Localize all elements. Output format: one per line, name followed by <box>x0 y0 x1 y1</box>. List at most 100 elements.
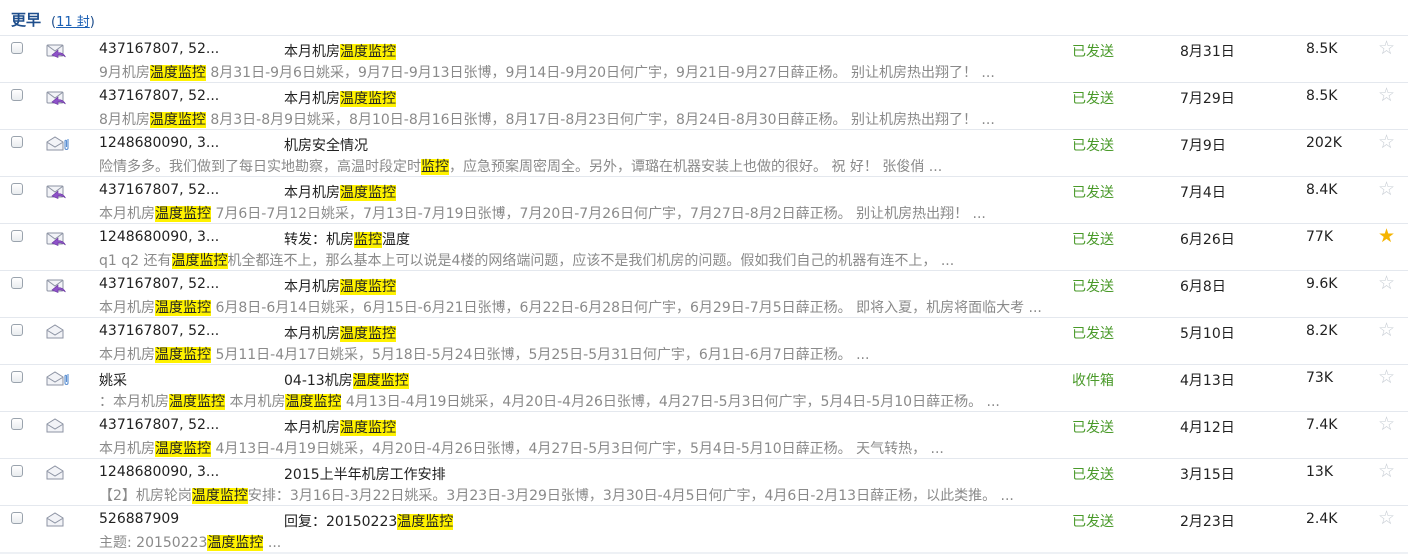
text-segment: 7月6日-7月12日姚采，7月13日-7月19日张博，7月20日-7月26日何广… <box>211 206 986 222</box>
email-sender[interactable]: 437167807, 52... <box>99 182 269 198</box>
email-row[interactable]: 1248680090, 3... 转发：机房监控温度 q1 q2 还有温度监控机全都… <box>0 224 1408 271</box>
email-sender[interactable]: 437167807, 52... <box>99 417 269 433</box>
group-count-link[interactable]: 11 封 <box>56 15 90 30</box>
email-subject[interactable]: 本月机房温度监控 <box>284 417 396 437</box>
email-row[interactable]: 1248680090, 3... 2015上半年机房工作安排【2】机房轮岗温度监控… <box>0 459 1408 506</box>
select-checkbox[interactable] <box>11 371 23 383</box>
email-sender[interactable]: 1248680090, 3... <box>99 464 269 480</box>
search-highlight: 温度监控 <box>155 206 211 222</box>
email-sender[interactable]: 1248680090, 3... <box>99 229 269 245</box>
text-segment: 机全都连不上，那么基本上可以说是4楼的网络端问题，应该不是我们机房的问题。假如我… <box>227 253 955 269</box>
star-icon-active[interactable]: ★ <box>1378 226 1395 246</box>
text-segment: 本月机房 <box>225 394 286 410</box>
email-sender[interactable]: 437167807, 52... <box>99 276 269 292</box>
email-row[interactable]: 437167807, 52... 本月机房温度监控 本月机房温度监控 4月13日-4… <box>0 412 1408 459</box>
text-segment: 本月机房 <box>284 420 340 436</box>
select-checkbox[interactable] <box>11 324 23 336</box>
email-preview[interactable]: 【2】机房轮岗温度监控安排：3月16日-3月22日姚采。3月23日-3月29日张… <box>99 485 1139 505</box>
email-row[interactable]: 437167807, 52... 本月机房温度监控 8月机房温度监控 8月3日-8月… <box>0 83 1408 130</box>
select-checkbox[interactable] <box>11 277 23 289</box>
text-segment: 2015上半年机房工作安排 <box>284 467 446 483</box>
select-checkbox[interactable] <box>11 230 23 242</box>
email-row[interactable]: 437167807, 52... 本月机房温度监控 本月机房温度监控 6月8日-6月… <box>0 271 1408 318</box>
email-preview[interactable]: 本月机房温度监控 7月6日-7月12日姚采，7月13日-7月19日张博，7月20… <box>99 203 1139 223</box>
email-subject[interactable]: 回复：20150223温度监控 <box>284 511 454 531</box>
text-segment: ... <box>263 535 282 551</box>
email-preview[interactable]: 本月机房温度监控 5月11日-4月17日姚采，5月18日-5月24日张博，5月2… <box>99 344 1139 364</box>
group-count[interactable]: (11 封) <box>51 11 95 30</box>
select-checkbox[interactable] <box>11 418 23 430</box>
email-preview[interactable]: 本月机房温度监控 6月8日-6月14日姚采，6月15日-6月21日张博，6月22… <box>99 297 1139 317</box>
star-icon[interactable]: ☆ <box>1378 367 1395 387</box>
email-date: 4月12日 <box>1180 420 1235 436</box>
text-segment: 本月机房 <box>284 279 340 295</box>
email-preview[interactable]: q1 q2 还有温度监控机全都连不上，那么基本上可以说是4楼的网络端问题，应该不… <box>99 250 1139 270</box>
email-subject[interactable]: 本月机房温度监控 <box>284 182 396 202</box>
email-subject[interactable]: 2015上半年机房工作安排 <box>284 464 446 484</box>
attachment-icon <box>66 370 72 384</box>
email-sender[interactable]: 1248680090, 3... <box>99 135 269 151</box>
search-highlight: 温度监控 <box>149 112 206 128</box>
email-row[interactable]: 437167807, 52... 本月机房温度监控 本月机房温度监控 7月6日-7月… <box>0 177 1408 224</box>
email-preview[interactable]: ：本月机房温度监控 本月机房温度监控 4月13日-4月19日姚采，4月20日-4… <box>99 391 1139 411</box>
select-checkbox[interactable] <box>11 136 23 148</box>
star-icon[interactable]: ☆ <box>1378 85 1395 105</box>
email-subject[interactable]: 本月机房温度监控 <box>284 276 396 296</box>
email-row[interactable]: 526887909 回复：20150223温度监控 主题: 20150223温度监控… <box>0 506 1408 553</box>
search-highlight: 温度监控 <box>340 279 396 295</box>
email-row[interactable]: 437167807, 52... 本月机房温度监控 9月机房温度监控 8月31日-9… <box>0 36 1408 83</box>
select-checkbox[interactable] <box>11 183 23 195</box>
select-checkbox[interactable] <box>11 465 23 477</box>
search-highlight: 温度监控 <box>340 420 396 436</box>
email-row[interactable]: 437167807, 52... 本月机房温度监控 本月机房温度监控 5月11日-4… <box>0 318 1408 365</box>
search-highlight: 温度监控 <box>285 394 342 410</box>
select-checkbox[interactable] <box>11 42 23 54</box>
email-subject[interactable]: 本月机房温度监控 <box>284 323 396 343</box>
text-segment: 本月机房 <box>99 300 155 316</box>
email-size: 2.4K <box>1306 511 1338 527</box>
search-highlight: 温度监控 <box>340 44 396 60</box>
email-sender[interactable]: 姚采 <box>99 370 269 390</box>
star-icon[interactable]: ☆ <box>1378 414 1395 434</box>
email-date: 5月10日 <box>1180 326 1235 342</box>
email-subject[interactable]: 转发：机房监控温度 <box>284 229 410 249</box>
select-checkbox[interactable] <box>11 512 23 524</box>
text-segment: 8月31日-9月6日姚采，9月7日-9月13日张博，9月14日-9月20日何广宇… <box>205 65 995 81</box>
read-mail-icon <box>46 323 70 339</box>
email-subject[interactable]: 机房安全情况 <box>284 135 368 155</box>
email-sender[interactable]: 437167807, 52... <box>99 323 269 339</box>
email-preview[interactable]: 9月机房温度监控 8月31日-9月6日姚采，9月7日-9月13日张博，9月14日… <box>99 62 1139 82</box>
text-segment: 本月机房 <box>284 185 340 201</box>
reply-mail-icon <box>46 41 70 58</box>
email-subject[interactable]: 本月机房温度监控 <box>284 88 396 108</box>
email-date: 7月4日 <box>1180 185 1226 201</box>
text-segment: 转发：机房 <box>284 232 354 248</box>
email-preview[interactable]: 主题: 20150223温度监控 ... <box>99 532 1139 552</box>
email-preview[interactable]: 险情多多。我们做到了每日实地勘察，高温时段定时监控，应急预案周密周全。另外，谭璐… <box>99 156 1139 176</box>
email-subject[interactable]: 04-13机房温度监控 <box>284 370 409 390</box>
star-icon[interactable]: ☆ <box>1378 273 1395 293</box>
email-folder: 已发送 <box>1072 467 1114 483</box>
star-icon[interactable]: ☆ <box>1378 508 1395 528</box>
star-icon[interactable]: ☆ <box>1378 179 1395 199</box>
email-row[interactable]: 姚采 04-13机房温度监控 ：本月机房温度监控 本月机房温度监控 4月13日-4月… <box>0 365 1408 412</box>
email-preview[interactable]: 本月机房温度监控 4月13日-4月19日姚采，4月20日-4月26日张博，4月2… <box>99 438 1139 458</box>
email-sender[interactable]: 526887909 <box>99 511 269 527</box>
star-icon[interactable]: ☆ <box>1378 320 1395 340</box>
email-sender[interactable]: 437167807, 52... <box>99 88 269 104</box>
text-segment: 4月13日-4月19日姚采，4月20日-4月26日张博，4月27日-5月3日何广… <box>341 394 1000 410</box>
star-icon[interactable]: ☆ <box>1378 38 1395 58</box>
read-mail-icon <box>46 511 70 527</box>
star-icon[interactable]: ☆ <box>1378 461 1395 481</box>
email-folder: 已发送 <box>1072 44 1114 60</box>
email-preview[interactable]: 8月机房温度监控 8月3日-8月9日姚采，8月10日-8月16日张博，8月17日… <box>99 109 1139 129</box>
star-icon[interactable]: ☆ <box>1378 132 1395 152</box>
group-count-close: ) <box>89 15 95 30</box>
email-row[interactable]: 1248680090, 3... 机房安全情况 险情多多。我们做到了每日实地勘察，高… <box>0 130 1408 177</box>
email-sender[interactable]: 437167807, 52... <box>99 41 269 57</box>
search-highlight: 温度监控 <box>352 373 409 389</box>
text-segment: 8月3日-8月9日姚采，8月10日-8月16日张博，8月17日-8月23日何广宇… <box>205 112 995 128</box>
text-segment: 9月机房 <box>99 65 150 81</box>
email-subject[interactable]: 本月机房温度监控 <box>284 41 396 61</box>
select-checkbox[interactable] <box>11 89 23 101</box>
